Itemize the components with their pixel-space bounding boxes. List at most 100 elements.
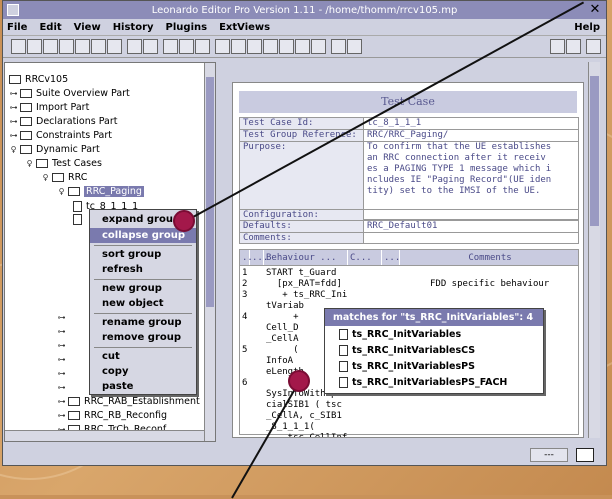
menu-view[interactable]: View (74, 22, 101, 33)
tree-item-rb[interactable]: ⊶ RRC_RB_Reconfig (57, 409, 168, 422)
save-icon[interactable] (75, 39, 90, 54)
test-group-reference[interactable]: RRC/RRC_Paging/ (364, 130, 578, 141)
expand-key-icon[interactable]: ⊶ (57, 355, 66, 364)
menu-item-cut[interactable]: cut (90, 349, 196, 364)
menu-item-rename-group[interactable]: rename group (90, 315, 196, 330)
behaviour-code[interactable]: START t_Guard (266, 268, 348, 279)
match-item[interactable]: ts_RRC_InitVariablesPS_FACH (325, 374, 543, 390)
expand-key-icon[interactable]: ⊶ (9, 117, 18, 126)
tree-item-suite-overview[interactable]: ⊶ Suite Overview Part (9, 87, 130, 100)
column-header[interactable]: Comments (400, 250, 578, 265)
expand-key-icon[interactable]: ⊶ (9, 131, 18, 140)
close-icon[interactable]: ✕ (588, 3, 602, 17)
expand-key-icon[interactable]: ⊶ (57, 383, 66, 392)
collapse-key-icon[interactable]: ♀ (41, 173, 50, 182)
expand-key-icon[interactable]: ⊶ (57, 397, 66, 406)
purpose-text[interactable]: To confirm that the UE establishes an RR… (364, 142, 578, 219)
match-item[interactable]: ts_RRC_InitVariablesPS (325, 358, 543, 374)
tool-a-icon[interactable] (215, 39, 230, 54)
menu-item-new-group[interactable]: new group (90, 281, 196, 296)
behaviour-code[interactable]: cialSIB1 ( tsc (266, 400, 348, 411)
tree-root[interactable]: RRCv105 (9, 73, 68, 86)
tree-item-collapsed-4[interactable]: ⊶ (57, 353, 68, 366)
window-menu-icon[interactable] (7, 4, 19, 16)
tree-item-rrc[interactable]: ♀ RRC (41, 171, 88, 184)
configuration-value[interactable] (364, 210, 578, 220)
tree-item-import[interactable]: ⊶ Import Part (9, 101, 90, 114)
find-icon[interactable] (295, 39, 310, 54)
tree-item-dynamic[interactable]: ♀ Dynamic Part (9, 143, 100, 156)
match-item[interactable]: ts_RRC_InitVariablesCS (325, 342, 543, 358)
print-preview-icon[interactable] (107, 39, 122, 54)
scroll-thumb[interactable] (206, 77, 214, 307)
test-case-id[interactable]: tc_8_1_1_1 (364, 118, 578, 129)
expand-key-icon[interactable]: ⊶ (57, 341, 66, 350)
menu-edit[interactable]: Edit (39, 22, 61, 33)
back-icon[interactable] (331, 39, 346, 54)
tree-vertical-scrollbar[interactable] (204, 63, 215, 441)
undo-icon[interactable] (127, 39, 142, 54)
collapse-key-icon[interactable]: ♀ (57, 187, 66, 196)
tree-item-rrc-paging[interactable]: ♀ RRC_Paging (57, 185, 144, 198)
behaviour-code[interactable]: tsc_CellInf (266, 433, 348, 437)
new-file-icon[interactable] (11, 39, 26, 54)
menu-plugins[interactable]: Plugins (166, 22, 208, 33)
cut-icon[interactable] (163, 39, 178, 54)
menu-item-refresh[interactable]: refresh (90, 262, 196, 277)
collapse-key-icon[interactable]: ♀ (25, 159, 34, 168)
behaviour-comment[interactable]: FDD specific behaviour (430, 279, 549, 290)
expand-key-icon[interactable]: ⊶ (57, 369, 66, 378)
menu-item-remove-group[interactable]: remove group (90, 330, 196, 345)
view-icon[interactable] (311, 39, 326, 54)
redo-icon[interactable] (143, 39, 158, 54)
plus-icon[interactable] (566, 39, 581, 54)
paste-icon[interactable] (195, 39, 210, 54)
column-header[interactable]: ... (250, 250, 268, 265)
new-doc-icon[interactable] (27, 39, 42, 54)
column-header[interactable]: .. (240, 250, 253, 265)
match-item[interactable]: ts_RRC_InitVariables (325, 326, 543, 342)
column-header[interactable]: ... (382, 250, 400, 265)
doc-icon[interactable] (59, 39, 74, 54)
tree-item-declarations[interactable]: ⊶ Declarations Part (9, 115, 118, 128)
open-icon[interactable] (43, 39, 58, 54)
scroll-thumb[interactable] (590, 76, 599, 226)
expand-key-icon[interactable]: ⊶ (57, 313, 66, 322)
menu-item-new-object[interactable]: new object (90, 296, 196, 311)
tree-item-collapsed-3[interactable]: ⊶ (57, 339, 68, 352)
menu-history[interactable]: History (113, 22, 154, 33)
column-header[interactable]: C... (348, 250, 382, 265)
document-vertical-scrollbar[interactable] (588, 62, 600, 438)
forward-icon[interactable] (347, 39, 362, 54)
tree-item-collapsed-5[interactable]: ⊶ (57, 367, 68, 380)
menu-item-copy[interactable]: copy (90, 364, 196, 379)
tree-item-doc[interactable] (73, 213, 86, 226)
tree-item-constraints[interactable]: ⊶ Constraints Part (9, 129, 112, 142)
expand-key-icon[interactable]: ⊶ (57, 411, 66, 420)
comments-value[interactable] (364, 233, 578, 243)
menu-item-paste[interactable]: paste (90, 379, 196, 394)
tool-d-icon[interactable] (263, 39, 278, 54)
tree-item-rab[interactable]: ⊶ RRC_RAB_Establishment (57, 395, 200, 408)
behaviour-code[interactable]: [px_RAT=fdd] (266, 279, 348, 290)
tool-e-icon[interactable] (279, 39, 294, 54)
expand-key-icon[interactable]: ⊶ (9, 103, 18, 112)
menu-file[interactable]: File (7, 22, 27, 33)
column-header[interactable]: Behaviour ... (264, 250, 348, 265)
copy-icon[interactable] (179, 39, 194, 54)
menu-item-sort-group[interactable]: sort group (90, 247, 196, 262)
tree-item-collapsed-6[interactable]: ⊶ (57, 381, 68, 394)
tool-c-icon[interactable] (247, 39, 262, 54)
check-icon[interactable] (586, 39, 601, 54)
expand-key-icon[interactable]: ⊶ (57, 327, 66, 336)
tree-horizontal-scrollbar[interactable] (5, 430, 204, 441)
behaviour-code[interactable]: + ts_RRC_Ini (266, 290, 348, 301)
title-bar[interactable]: Leonardo Editor Pro Version 1.11 - /home… (3, 1, 606, 19)
tree-item-collapsed-1[interactable]: ⊶ (57, 311, 68, 324)
tree-item-collapsed-2[interactable]: ⊶ (57, 325, 68, 338)
defaults-value[interactable]: RRC_Default01 (364, 221, 578, 232)
minus-icon[interactable] (550, 39, 565, 54)
menu-help[interactable]: Help (574, 22, 600, 33)
tree-item-test-cases[interactable]: ♀ Test Cases (25, 157, 102, 170)
print-icon[interactable] (91, 39, 106, 54)
